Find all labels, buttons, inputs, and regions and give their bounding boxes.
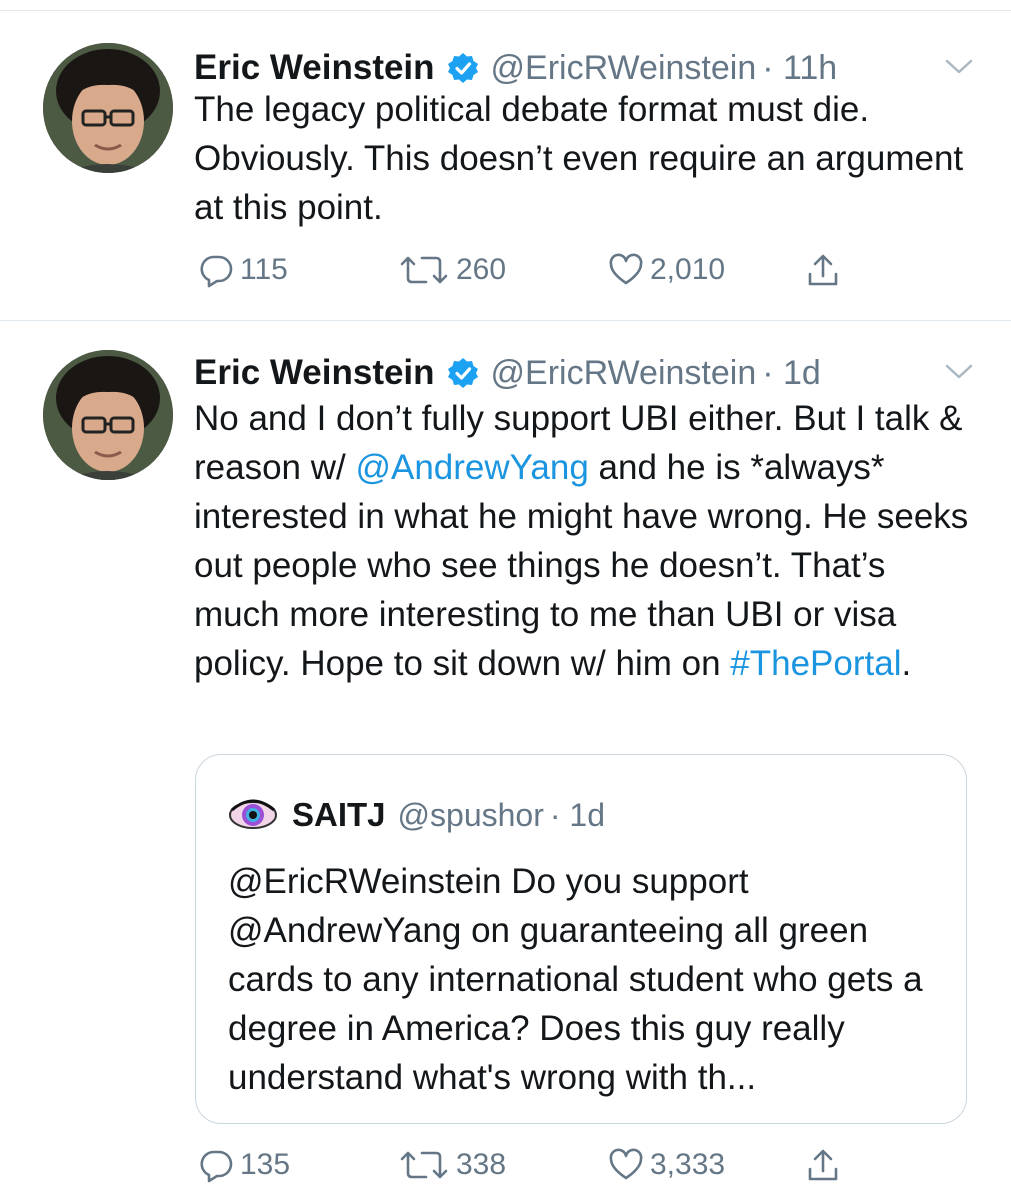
chevron-down-icon[interactable] (944, 54, 974, 78)
quoted-tweet-header: SAITJ @spushor · 1d (228, 790, 605, 840)
reply-count: 135 (240, 1148, 291, 1181)
retweet-button[interactable]: 260 (398, 245, 506, 295)
top-divider (0, 10, 1011, 11)
retweet-button[interactable]: 338 (398, 1140, 506, 1190)
avatar[interactable] (43, 43, 173, 173)
tweet-actions: 135 338 3,333 (194, 1140, 894, 1190)
verified-badge-icon (447, 357, 479, 389)
like-button[interactable]: 2,010 (608, 245, 725, 295)
timestamp[interactable]: · 1d (762, 354, 821, 393)
share-button[interactable] (806, 1140, 840, 1190)
quoted-avatar (228, 790, 278, 840)
quoted-author-handle: @spushor (397, 796, 544, 833)
chevron-down-icon[interactable] (944, 359, 974, 383)
reply-icon (200, 1150, 233, 1183)
hashtag-link[interactable]: #ThePortal (730, 644, 901, 683)
like-button[interactable]: 3,333 (608, 1140, 725, 1190)
share-icon (808, 1149, 838, 1181)
tweet-text: The legacy political debate format must … (194, 90, 964, 227)
reply-icon (200, 255, 233, 288)
tweet-actions: 115 260 2,010 (194, 245, 894, 295)
tweet-divider (0, 320, 1011, 321)
reply-button[interactable]: 115 (198, 245, 288, 295)
quoted-tweet[interactable]: SAITJ @spushor · 1d @EricRWeinstein Do y… (195, 754, 967, 1124)
quoted-timestamp: · 1d (549, 796, 605, 833)
mention-link[interactable]: @AndrewYang (355, 448, 588, 487)
tweet-text: No and I don’t fully support UBI either.… (194, 394, 974, 688)
reply-count: 115 (240, 253, 288, 286)
quoted-tweet-text: @EricRWeinstein Do you support @AndrewYa… (228, 862, 923, 1097)
author-handle[interactable]: @EricRWeinstein (491, 49, 757, 88)
share-icon (808, 254, 838, 286)
retweet-icon (400, 256, 448, 284)
author-name[interactable]: Eric Weinstein (194, 48, 435, 88)
reply-button[interactable]: 135 (198, 1140, 290, 1190)
tweet[interactable]: Eric Weinstein @EricRWeinstein · 1d No a… (0, 345, 1011, 1200)
tweet[interactable]: Eric Weinstein @EricRWeinstein · 11h The… (0, 40, 1011, 310)
retweet-count: 338 (456, 1148, 507, 1181)
like-count: 2,010 (650, 253, 726, 286)
like-icon (609, 1148, 643, 1180)
avatar[interactable] (43, 350, 173, 480)
share-button[interactable] (806, 245, 840, 295)
like-icon (609, 253, 643, 285)
tweet-header: Eric Weinstein @EricRWeinstein · 1d (194, 345, 821, 401)
tweet-text-part: . (901, 644, 912, 683)
timestamp[interactable]: · 11h (762, 49, 837, 88)
like-count: 3,333 (650, 1148, 726, 1181)
author-name[interactable]: Eric Weinstein (194, 353, 435, 393)
verified-badge-icon (447, 52, 479, 84)
author-handle[interactable]: @EricRWeinstein (491, 354, 757, 393)
quoted-author-name: SAITJ (292, 796, 386, 833)
retweet-count: 260 (456, 253, 507, 286)
retweet-icon (400, 1151, 448, 1179)
